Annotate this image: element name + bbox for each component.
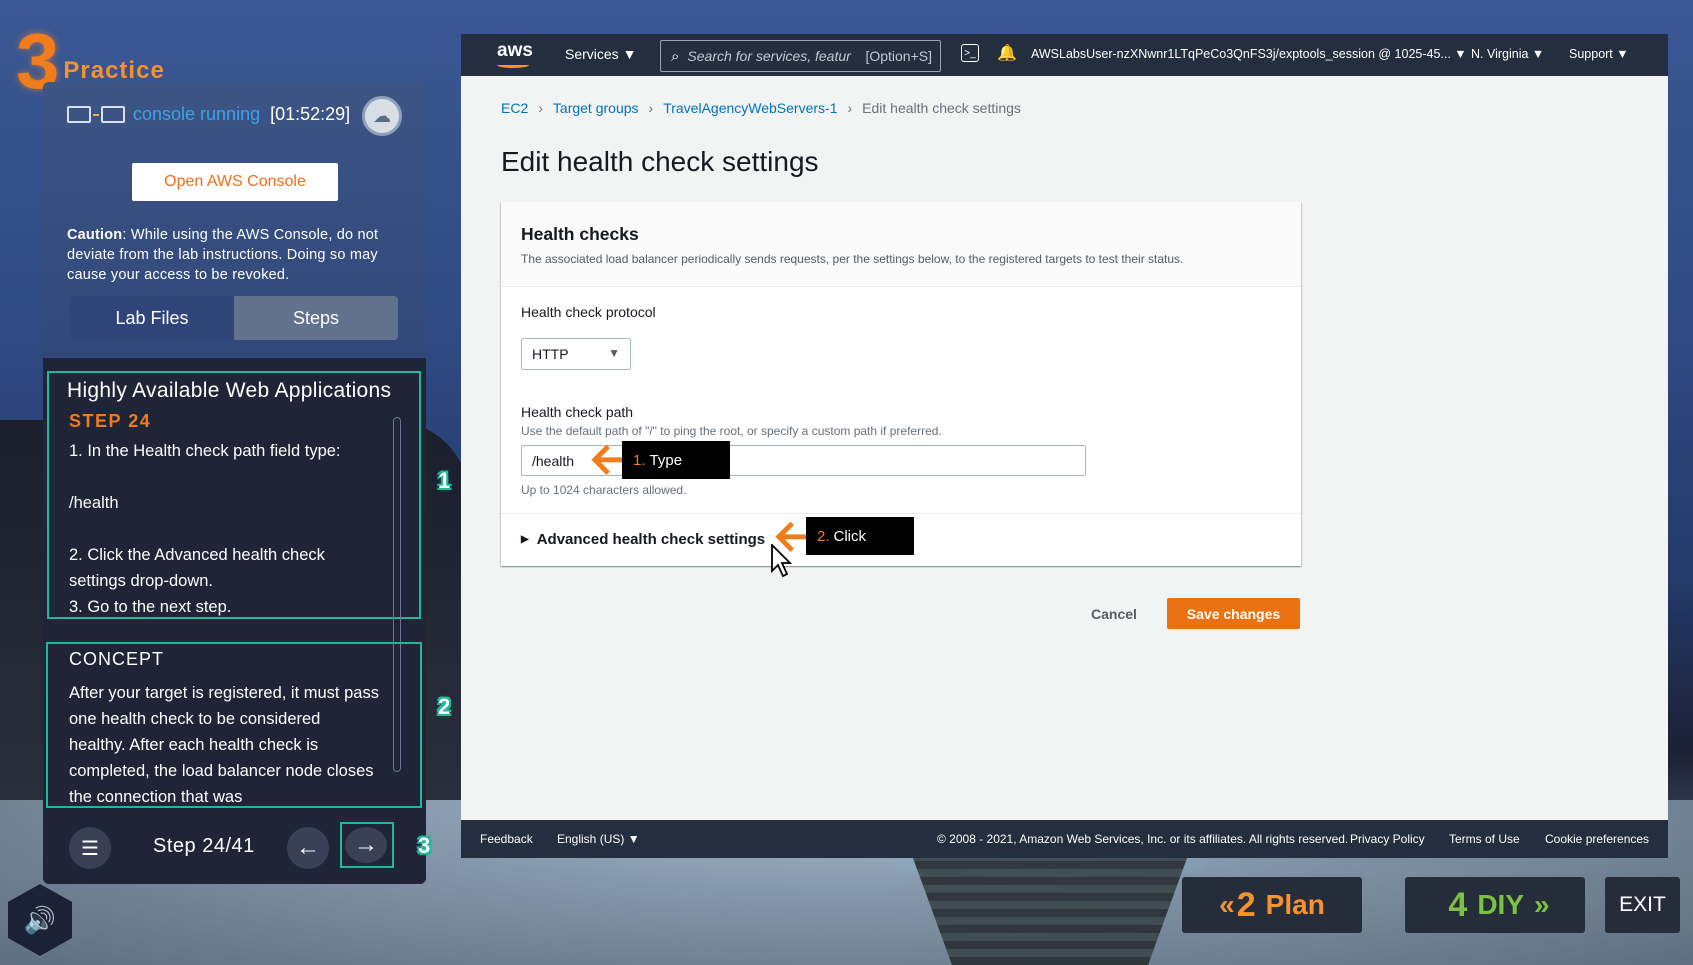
double-chevron-left-icon: « — [1219, 889, 1234, 920]
caret-right-icon: ▶ — [521, 534, 529, 545]
lab-panel: console running [01:52:29] ☁ Open AWS Co… — [43, 82, 426, 884]
aws-search-input[interactable]: ⌕ Search for services, featur [Option+S] — [660, 40, 941, 72]
card-divider — [501, 513, 1301, 514]
plan-number: 2 — [1236, 885, 1256, 924]
panel-tabs: Lab Files Steps — [70, 296, 398, 340]
step-line: /health — [69, 494, 119, 512]
console-status-row: console running [01:52:29] — [67, 104, 350, 125]
card-description: The associated load balancer periodicall… — [521, 252, 1184, 266]
concept-title: CONCEPT — [69, 649, 165, 669]
marker-1: 1 — [438, 468, 451, 493]
aws-footer: Feedback English (US) ▼ © 2008 - 2021, A… — [461, 820, 1668, 858]
health-checks-card: Health checks The associated load balanc… — [501, 202, 1301, 566]
tab-lab-files[interactable]: Lab Files — [70, 296, 234, 340]
annotation-number: 2. — [817, 527, 830, 545]
search-placeholder: Search for services, featur — [687, 48, 851, 64]
diy-label: DIY — [1477, 889, 1525, 920]
region-menu[interactable]: N. Virginia ▼ — [1471, 47, 1544, 61]
services-menu[interactable]: Services ▼ — [565, 46, 636, 62]
search-shortcut: [Option+S] — [865, 48, 932, 64]
card-header: Health checks The associated load balanc… — [501, 202, 1301, 287]
next-step-button[interactable]: → — [345, 827, 387, 863]
step-counter: Step 24/41 — [153, 835, 255, 857]
protocol-value: HTTP — [532, 346, 569, 362]
page-title: Edit health check settings — [501, 146, 819, 177]
bell-icon[interactable]: 🔔 — [997, 43, 1017, 63]
aws-logo[interactable]: aws — [497, 40, 533, 62]
console-section: console running [01:52:29] ☁ Open AWS Co… — [43, 82, 426, 358]
annotation-text: Click — [833, 527, 867, 545]
marker-3: 3 — [418, 833, 431, 858]
step-line: 2. Click the Advanced health check — [69, 546, 325, 564]
menu-list-icon[interactable]: ☰ — [69, 827, 111, 869]
step-line — [69, 516, 389, 542]
advanced-settings-toggle[interactable]: ▶ Advanced health check settings — [521, 531, 765, 548]
breadcrumb-current: Edit health check settings — [862, 100, 1021, 116]
step-line — [69, 464, 389, 490]
annotation-number: 1. — [633, 451, 646, 469]
caret-down-icon: ▼ — [608, 346, 620, 360]
save-changes-button[interactable]: Save changes — [1167, 598, 1300, 629]
account-menu[interactable]: AWSLabsUser-nzXNwnr1LTqPeCo3QnFS3j/expto… — [1031, 47, 1467, 61]
step-nav-bar: ☰ Step 24/41 ← → — [43, 813, 426, 884]
search-icon: ⌕ — [671, 47, 680, 65]
marker-2: 2 — [438, 694, 451, 719]
cookie-link[interactable]: Cookie preferences — [1545, 832, 1649, 846]
plan-label: Plan — [1265, 889, 1325, 920]
breadcrumb-ec2[interactable]: EC2 — [501, 100, 528, 116]
terms-link[interactable]: Terms of Use — [1449, 832, 1520, 846]
diy-button[interactable]: 4 DIY » — [1405, 877, 1585, 933]
console-timer: [01:52:29] — [270, 104, 351, 124]
step-line: settings drop-down. — [69, 572, 213, 590]
console-link-icon — [67, 105, 127, 125]
privacy-link[interactable]: Privacy Policy — [1350, 832, 1425, 846]
diy-number: 4 — [1448, 885, 1468, 924]
cloudshell-icon[interactable]: >_ — [961, 44, 979, 62]
protocol-select[interactable]: HTTP ▼ — [521, 338, 631, 370]
console-status: console running — [133, 104, 261, 124]
chevron-right-icon: › — [847, 100, 853, 116]
step-line: 1. In the Health check path field type: — [69, 442, 341, 460]
step-line: 3. Go to the next step. — [69, 598, 232, 616]
background-platform — [910, 850, 1190, 965]
plan-button[interactable]: « 2 Plan — [1182, 877, 1362, 933]
caution-text: Caution: While using the AWS Console, do… — [67, 225, 407, 285]
breadcrumb: EC2 › Target groups › TravelAgencyWebSer… — [501, 100, 1021, 116]
previous-step-button[interactable]: ← — [287, 827, 329, 869]
open-console-button[interactable]: Open AWS Console — [132, 163, 338, 201]
path-hint: Use the default path of "/" to ping the … — [521, 424, 942, 438]
exit-button[interactable]: EXIT — [1605, 877, 1680, 933]
protocol-label: Health check protocol — [521, 304, 656, 320]
annotation-click: 2. Click — [806, 517, 914, 555]
card-title: Health checks — [521, 224, 639, 244]
support-menu[interactable]: Support ▼ — [1569, 47, 1629, 61]
caution-label: Caution — [67, 227, 123, 243]
cloud-icon[interactable]: ☁ — [362, 96, 402, 136]
copyright-text: © 2008 - 2021, Amazon Web Services, Inc.… — [937, 832, 1349, 846]
annotation-text: Type — [649, 451, 683, 469]
concept-text: After your target is registered, it must… — [69, 684, 379, 804]
aws-logo-smile — [497, 62, 529, 68]
path-limit: Up to 1024 characters allowed. — [521, 483, 687, 497]
breadcrumb-target-group[interactable]: TravelAgencyWebServers-1 — [663, 100, 837, 116]
cancel-button[interactable]: Cancel — [1091, 606, 1137, 622]
practice-label: Practice — [63, 57, 165, 84]
step-label: STEP 24 — [69, 411, 152, 431]
annotation-type: 1. Type — [622, 441, 730, 479]
language-select[interactable]: English (US) ▼ — [557, 832, 640, 846]
chevron-right-icon: › — [538, 100, 543, 116]
lab-title: Highly Available Web Applications — [67, 379, 392, 402]
feedback-link[interactable]: Feedback — [480, 832, 533, 846]
double-chevron-right-icon: » — [1534, 889, 1549, 920]
step-instructions: 1. In the Health check path field type: … — [69, 438, 389, 620]
path-label: Health check path — [521, 404, 634, 420]
tab-steps[interactable]: Steps — [234, 296, 398, 340]
breadcrumb-target-groups[interactable]: Target groups — [553, 100, 639, 116]
aws-top-nav: aws Services ▼ ⌕ Search for services, fe… — [461, 34, 1668, 76]
chevron-right-icon: › — [648, 100, 654, 116]
advanced-settings-label: Advanced health check settings — [536, 531, 766, 548]
